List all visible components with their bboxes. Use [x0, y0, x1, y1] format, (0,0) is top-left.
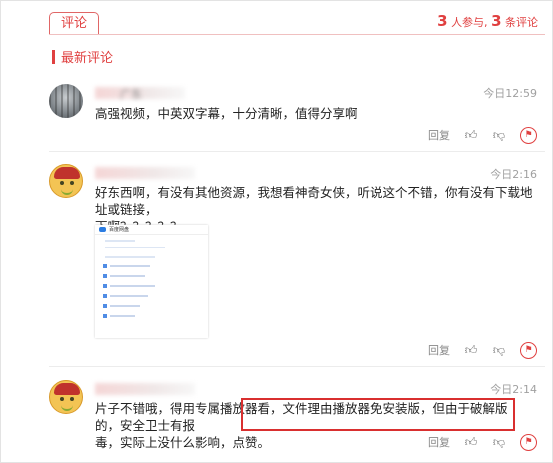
latest-comments-heading: 最新评论	[52, 47, 113, 66]
thumbs-up-icon[interactable]: 👍︎	[464, 128, 478, 142]
tab-underline	[49, 34, 545, 35]
comments-count: 3	[491, 12, 502, 30]
reply-button[interactable]: 回复	[428, 434, 450, 450]
divider	[49, 151, 545, 152]
thumbs-down-icon[interactable]: 👎︎	[492, 435, 506, 449]
thumbs-up-icon[interactable]: 👍︎	[464, 435, 478, 449]
report-icon[interactable]: ⚑	[520, 433, 537, 451]
attached-image[interactable]: 百度网盘	[95, 225, 208, 338]
thumbs-down-icon[interactable]: 👎︎	[492, 128, 506, 142]
comment-time: 今日12:59	[483, 87, 537, 100]
author-location: 广东	[120, 88, 142, 101]
divider	[49, 366, 545, 367]
comment-actions: 回复 👍︎ 👎︎ ⚑	[428, 126, 537, 144]
avatar[interactable]	[49, 380, 83, 414]
reply-button[interactable]: 回复	[428, 342, 450, 358]
report-icon[interactable]: ⚑	[520, 126, 537, 144]
comment-actions: 回复 👍︎ 👎︎ ⚑	[428, 433, 537, 451]
cloud-logo-icon	[99, 227, 106, 232]
heading-bar	[52, 50, 55, 64]
reply-button[interactable]: 回复	[428, 127, 450, 143]
comment-stats: 3 人参与, 3 条评论	[437, 12, 538, 30]
comment-time: 今日2:14	[490, 383, 537, 396]
author-name-blurred	[95, 167, 195, 179]
screenshot-brand: 百度网盘	[109, 227, 130, 233]
participants-label: 人参与,	[451, 16, 488, 29]
latest-comments-title: 最新评论	[61, 51, 114, 66]
author-name-blurred	[95, 383, 195, 395]
avatar[interactable]	[49, 84, 83, 118]
tab-comments[interactable]: 评论	[49, 12, 99, 35]
comment-text: 高强视频，中英双字幕，十分清晰，值得分享啊	[95, 106, 358, 121]
comment-text-line: 好东西啊，有没有其他资源，我想看神奇女侠，听说这个不错，你有没有下载地址或链接，	[95, 185, 533, 217]
avatar[interactable]	[49, 164, 83, 198]
comment-time: 今日2:16	[490, 168, 537, 181]
comment-actions: 回复 👍︎ 👎︎ ⚑	[428, 341, 537, 359]
participants-count: 3	[437, 12, 448, 30]
thumbs-down-icon[interactable]: 👎︎	[492, 343, 506, 357]
report-icon[interactable]: ⚑	[520, 341, 537, 359]
thumbs-up-icon[interactable]: 👍︎	[464, 343, 478, 357]
comments-label: 条评论	[505, 16, 538, 29]
highlight-box	[241, 398, 515, 431]
